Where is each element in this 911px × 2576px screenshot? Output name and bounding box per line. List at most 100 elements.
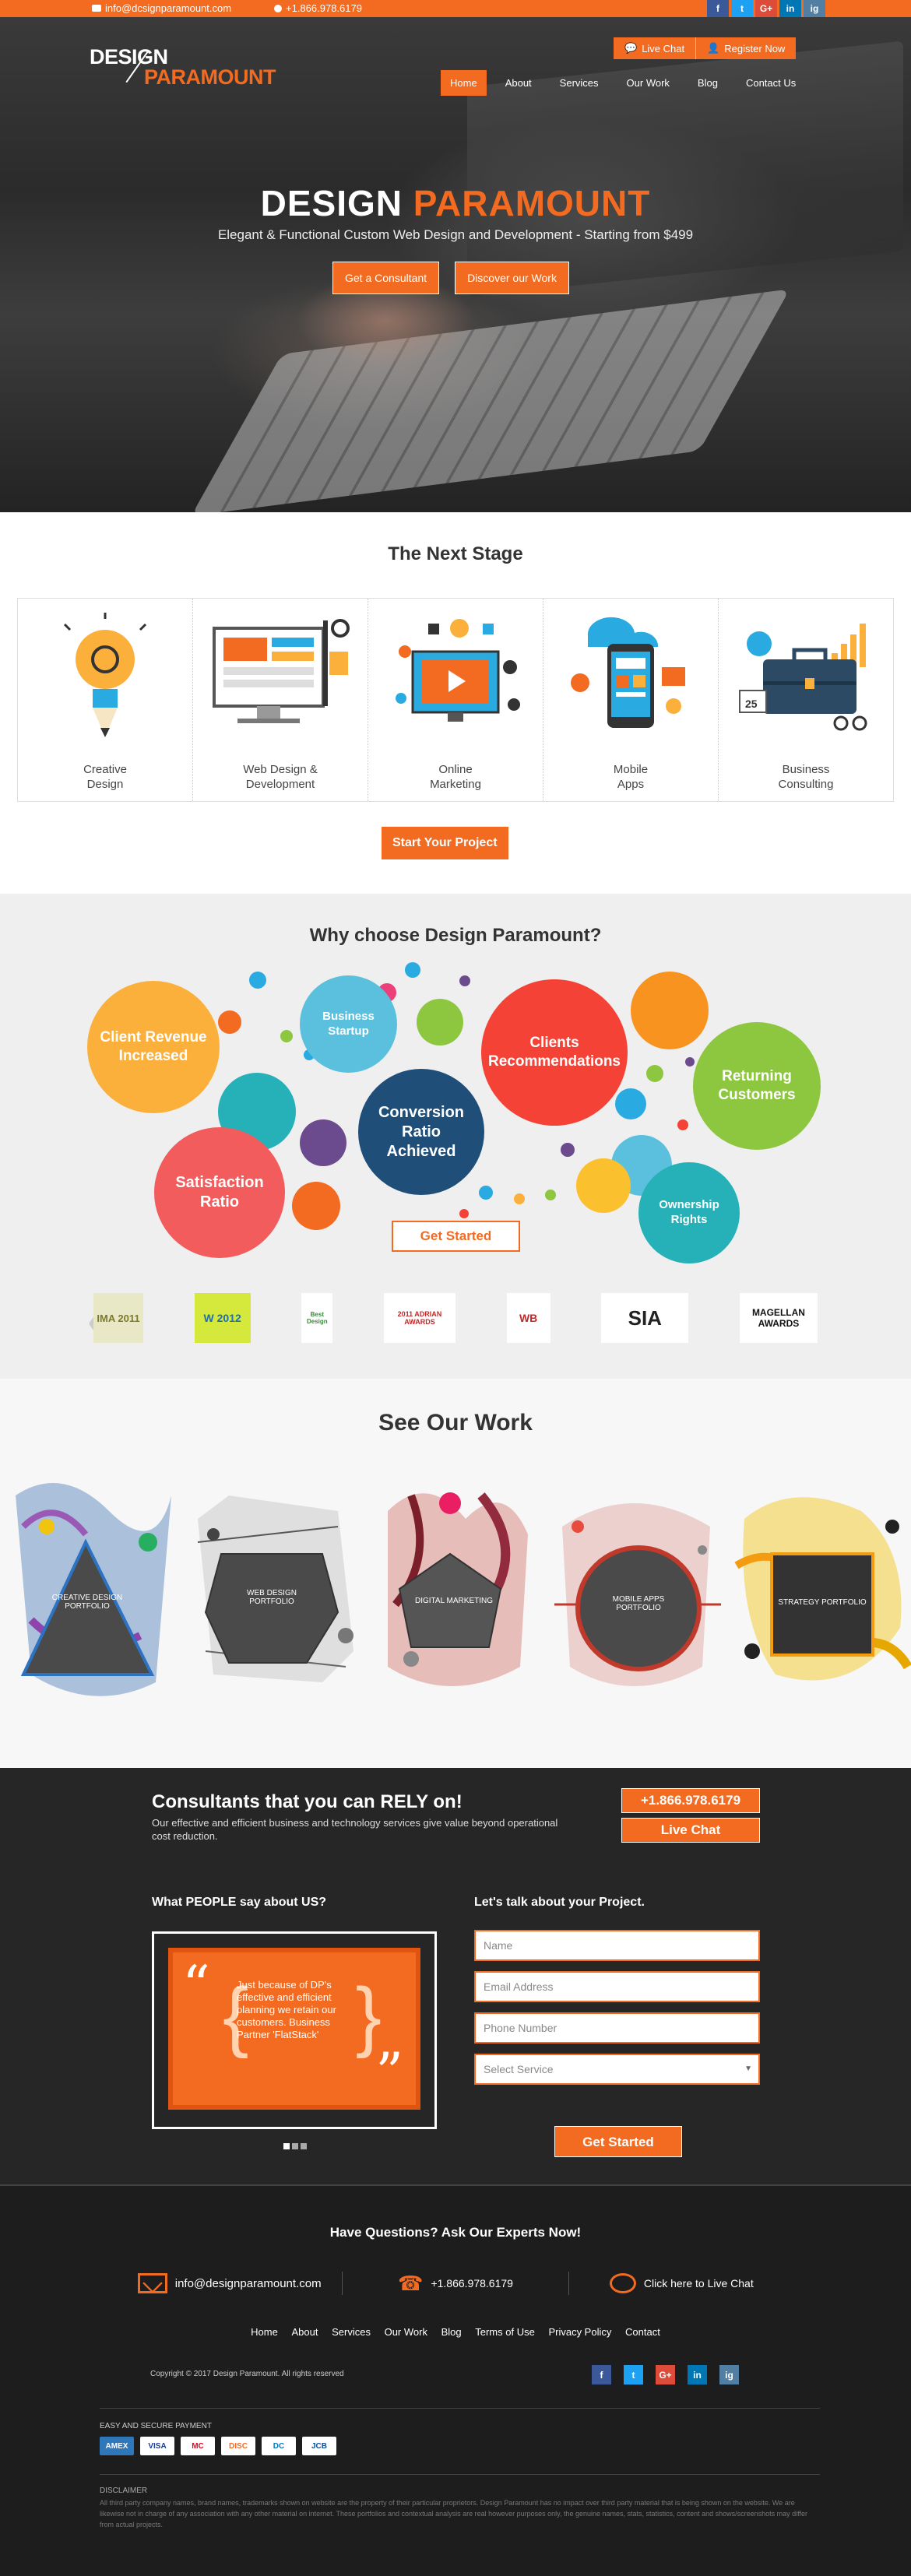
- footer-live-chat[interactable]: Click here to Live Chat: [569, 2273, 794, 2293]
- work-web-design[interactable]: Web Design Portfolio: [182, 1449, 364, 1737]
- divider: [100, 2408, 820, 2409]
- topbar-phone[interactable]: +1.866.978.6179: [274, 2, 362, 14]
- footer-nav-services[interactable]: Services: [332, 2326, 371, 2338]
- instagram-icon[interactable]: ig: [719, 2365, 739, 2384]
- decor-dot: [615, 1088, 646, 1119]
- next-stage-section: The Next Stage Creative Design Web Desig…: [0, 512, 911, 894]
- next-stage-title: The Next Stage: [388, 543, 523, 564]
- testimonial-pager: [283, 2143, 307, 2149]
- phone-field[interactable]: Phone Number: [474, 2012, 760, 2044]
- diners-club-icon: DC: [262, 2437, 296, 2455]
- hero-buttons: Get a Consultant Discover our Work: [332, 262, 569, 294]
- service-online-marketing[interactable]: Online Marketing: [368, 599, 543, 801]
- jcb-icon: JCB: [302, 2437, 336, 2455]
- briefcase-icon: 25: [739, 624, 867, 731]
- bubble-returning-customers: Returning Customers: [693, 1022, 821, 1150]
- pager-dot[interactable]: [292, 2143, 298, 2149]
- circle-splash-art: [554, 1503, 721, 1686]
- footer-nav-terms[interactable]: Terms of Use: [475, 2326, 535, 2338]
- form-submit-button[interactable]: Get Started: [554, 2126, 682, 2157]
- service-select[interactable]: Select Service ▼: [474, 2054, 760, 2085]
- work-mobile-apps[interactable]: Mobile Apps Portfolio: [547, 1449, 729, 1737]
- get-consultant-button[interactable]: Get a Consultant: [332, 262, 440, 294]
- linkedin-icon[interactable]: in: [688, 2365, 707, 2384]
- twitter-icon[interactable]: t: [624, 2365, 643, 2384]
- testimonials-title: What PEOPLE say about US?: [152, 1896, 327, 1909]
- service-mobile-apps[interactable]: Mobile Apps: [543, 599, 719, 801]
- register-button[interactable]: 👤 Register Now: [696, 37, 797, 59]
- footer-contact-row: info@designparamount.com ☎ +1.866.978.61…: [117, 2270, 794, 2297]
- decor-dot: [249, 972, 266, 989]
- payment-methods: AMEX VISA MC DISC DC JCB: [100, 2437, 336, 2455]
- user-icon: 👤: [707, 42, 720, 54]
- service-creative-design[interactable]: Creative Design: [18, 599, 193, 801]
- decor-dot: [479, 1186, 493, 1200]
- twitter-icon[interactable]: t: [731, 0, 753, 17]
- copyright-text: Copyright © 2017 Design Paramount. All r…: [150, 2370, 344, 2378]
- facebook-icon[interactable]: f: [707, 0, 729, 17]
- consultants-subtitle: Our effective and efficient business and…: [152, 1817, 558, 1842]
- service-web-design[interactable]: Web Design & Development: [193, 599, 368, 801]
- google-plus-icon[interactable]: G+: [755, 0, 777, 17]
- decor-dot: [459, 1209, 469, 1218]
- pager-dot[interactable]: [301, 2143, 307, 2149]
- phone-icon: [274, 4, 282, 12]
- svg-text:25: 25: [745, 698, 758, 710]
- quote-open-icon: “: [182, 1954, 210, 2018]
- footer-nav-privacy[interactable]: Privacy Policy: [548, 2326, 611, 2338]
- amex-icon: AMEX: [100, 2437, 134, 2455]
- topbar-email[interactable]: info@dcsignparamount.com: [92, 2, 231, 14]
- google-plus-icon[interactable]: G+: [656, 2365, 675, 2384]
- footer-nav-about[interactable]: About: [291, 2326, 318, 2338]
- decor-dot: [514, 1193, 525, 1204]
- start-project-button[interactable]: Start Your Project: [382, 827, 508, 859]
- footer-nav-our-work[interactable]: Our Work: [385, 2326, 427, 2338]
- work-creative-design[interactable]: Creative Design Portfolio: [0, 1449, 182, 1737]
- footer-phone[interactable]: ☎ +1.866.978.6179: [343, 2272, 568, 2296]
- name-field[interactable]: Name: [474, 1930, 760, 1961]
- footer-nav-blog[interactable]: Blog: [441, 2326, 462, 2338]
- testimonial-frame: “ { Just because of DP's effective and e…: [152, 1931, 437, 2129]
- square-splash-art: [734, 1497, 911, 1681]
- service-label: Business Consulting: [778, 763, 834, 791]
- footer-ask-title: Have Questions? Ask Our Experts Now!: [329, 2225, 582, 2240]
- footer-nav-home[interactable]: Home: [251, 2326, 278, 2338]
- why-title: Why choose Design Paramount?: [309, 925, 602, 946]
- facebook-icon[interactable]: f: [592, 2365, 611, 2384]
- service-business-consulting[interactable]: 25 Business Consulting: [719, 599, 893, 801]
- call-button[interactable]: +1.866.978.6179: [621, 1788, 760, 1813]
- instagram-icon[interactable]: ig: [804, 0, 825, 17]
- topbar-social: f t G+ in ig: [707, 0, 825, 17]
- work-digital-marketing[interactable]: Digital Marketing: [364, 1449, 547, 1737]
- nav-contact[interactable]: Contact Us: [737, 70, 805, 96]
- site-footer: Have Questions? Ask Our Experts Now! inf…: [0, 2184, 911, 2576]
- site-logo[interactable]: DESIGN PARAMOUNT: [90, 47, 276, 88]
- triangle-splash-art: [16, 1483, 171, 1696]
- linkedin-icon[interactable]: in: [779, 0, 801, 17]
- get-started-button[interactable]: Get Started: [392, 1221, 520, 1252]
- nav-our-work[interactable]: Our Work: [617, 70, 679, 96]
- email-field[interactable]: Email Address: [474, 1971, 760, 2002]
- live-chat-button[interactable]: 💬 Live Chat: [614, 37, 697, 59]
- footer-email[interactable]: info@designparamount.com: [117, 2273, 342, 2293]
- decor-dot: [218, 1010, 241, 1034]
- decor-dot: [459, 975, 470, 986]
- chat-icon: [609, 2273, 636, 2293]
- pager-dot[interactable]: [283, 2143, 290, 2149]
- testimonial-card: “ { Just because of DP's effective and e…: [168, 1948, 420, 2110]
- nav-home[interactable]: Home: [441, 70, 487, 96]
- envelope-icon: [92, 5, 101, 12]
- visa-icon: VISA: [140, 2437, 174, 2455]
- why-choose-section: Why choose Design Paramount? Client Reve…: [0, 894, 911, 1379]
- footer-nav-contact[interactable]: Contact: [625, 2326, 660, 2338]
- online-marketing-icon: [396, 619, 520, 722]
- footer-nav: Home About Services Our Work Blog Terms …: [0, 2326, 911, 2338]
- nav-blog[interactable]: Blog: [688, 70, 727, 96]
- live-chat-cta-button[interactable]: Live Chat: [621, 1818, 760, 1843]
- disclaimer-title: Disclaimer: [100, 2486, 148, 2495]
- work-strategy[interactable]: Strategy Portfolio: [729, 1449, 911, 1737]
- nav-services[interactable]: Services: [550, 70, 608, 96]
- nav-about[interactable]: About: [496, 70, 541, 96]
- discover-work-button[interactable]: Discover our Work: [455, 262, 569, 294]
- services-box: Creative Design Web Design & Development…: [17, 598, 894, 802]
